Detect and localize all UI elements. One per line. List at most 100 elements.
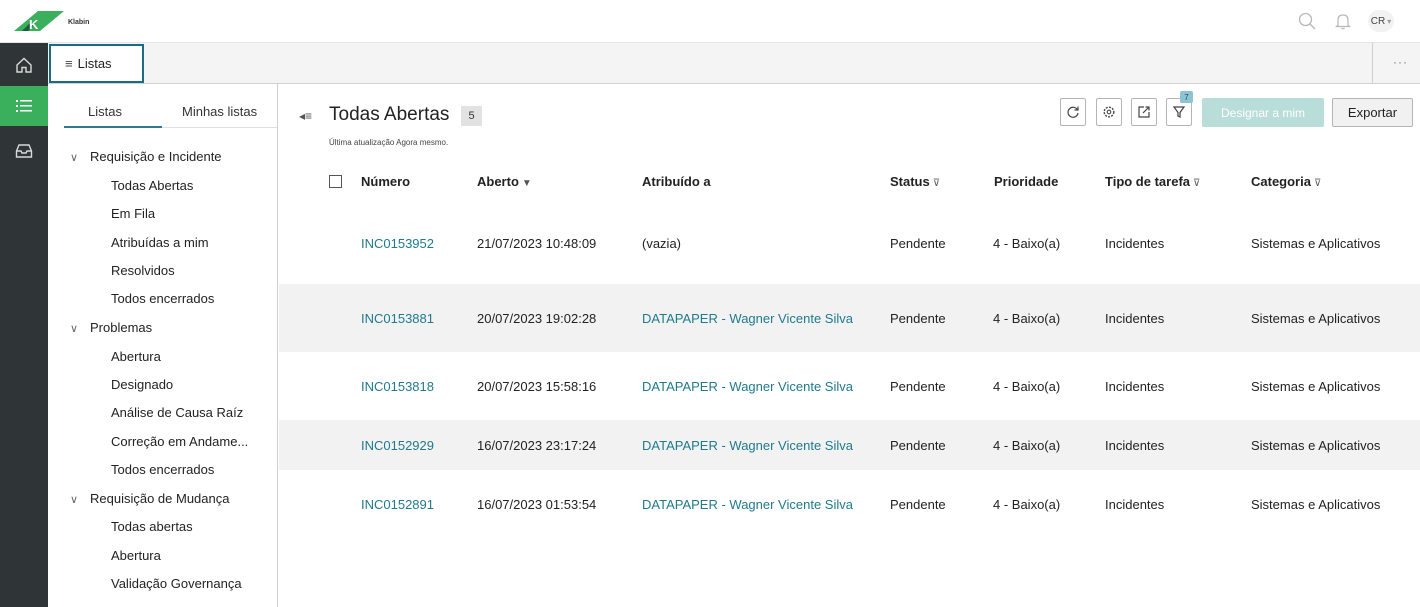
chevron-down-icon: ∨ (70, 494, 79, 506)
column-header-categoria[interactable]: Categoria ⊽ (1251, 174, 1321, 189)
column-header-tipo[interactable]: Tipo de tarefa ⊽ (1105, 174, 1200, 189)
list-item[interactable]: Todas Abertas (111, 178, 193, 193)
klabin-logo-mark-icon: K (14, 11, 64, 31)
opened-cell: 21/07/2023 10:48:09 (477, 236, 597, 251)
settings-button[interactable] (1096, 98, 1122, 126)
export-button[interactable]: Exportar (1332, 98, 1413, 127)
ticket-number-link[interactable]: INC0153881 (361, 311, 434, 326)
list-item[interactable]: Todos encerrados (111, 291, 214, 306)
share-icon (1138, 106, 1150, 118)
assigned-link[interactable]: DATAPAPER - Wagner Vicente Silva (642, 311, 853, 326)
count-badge: 5 (461, 106, 482, 126)
task-type-cell: Incidentes (1105, 311, 1165, 326)
list-item[interactable]: Análise de Causa Raíz (111, 405, 243, 420)
status-cell: Pendente (890, 497, 946, 512)
tree-group-label: Requisição de Mudança (90, 491, 230, 506)
ticket-number-link[interactable]: INC0153818 (361, 379, 434, 394)
assign-to-me-button[interactable]: Designar a mim (1202, 98, 1324, 127)
bell-icon[interactable] (1332, 10, 1354, 32)
list-icon[interactable] (0, 86, 48, 126)
list-item[interactable]: Abertura (111, 349, 161, 364)
home-icon[interactable] (0, 45, 48, 85)
page-title: Todas Abertas (329, 104, 450, 125)
filter-icon: ⊽ (1313, 178, 1322, 189)
tree-group-label: Requisição e Incidente (90, 149, 222, 164)
column-header-numero[interactable]: Número (361, 174, 410, 189)
column-label: Número (361, 174, 411, 189)
priority-cell: 4 - Baixo(a) (993, 379, 1061, 394)
filter-icon: ⊽ (1193, 178, 1201, 189)
refresh-button[interactable] (1060, 98, 1086, 126)
more-options-icon[interactable]: ··· (1393, 55, 1408, 69)
avatar[interactable]: CR ▾ (1368, 10, 1394, 32)
priority-cell: 4 - Baixo(a) (993, 438, 1061, 453)
tab-listas[interactable]: ≡ Listas (49, 44, 144, 83)
chevron-down-icon: ∨ (70, 323, 79, 335)
table-row[interactable]: INC0153818 20/07/2023 15:58:16 DATAPAPER… (279, 352, 1420, 420)
list-item[interactable]: Em Fila (111, 206, 155, 221)
chevron-down-icon: ▾ (1387, 16, 1392, 26)
status-cell: Pendente (890, 379, 946, 394)
table-row[interactable]: INC0153881 20/07/2023 19:02:28 DATAPAPER… (279, 284, 1420, 352)
assigned-link[interactable]: DATAPAPER - Wagner Vicente Silva (642, 497, 853, 512)
list-item[interactable]: Designado (111, 377, 173, 392)
task-type-cell: Incidentes (1105, 236, 1165, 251)
ticket-number-link[interactable]: INC0152929 (361, 438, 434, 453)
tree-group-requisicao-mudanca[interactable]: ∨ Requisição de Mudança (70, 491, 229, 506)
list-item[interactable]: Resolvidos (111, 263, 175, 278)
main-content: ◂≡ Todas Abertas 5 Última atualização Ag… (279, 84, 1420, 607)
tree-group-problemas[interactable]: ∨ Problemas (70, 320, 152, 335)
list-item[interactable]: Atribuídas a mim (111, 235, 209, 250)
sort-desc-icon: ▼ (521, 178, 532, 189)
select-all-checkbox[interactable] (329, 175, 342, 188)
column-header-aberto[interactable]: Aberto ▼ (477, 174, 532, 189)
list-item[interactable]: Correção em Andame... (111, 434, 248, 449)
column-header-prioridade[interactable]: Prioridade (994, 174, 1058, 189)
column-header-atribuido[interactable]: Atribuído a (642, 174, 711, 189)
assigned-link[interactable]: DATAPAPER - Wagner Vicente Silva (642, 438, 853, 453)
table-row[interactable]: INC0153952 21/07/2023 10:48:09 (vazia) P… (279, 208, 1420, 282)
refresh-icon (1067, 106, 1079, 118)
list-item[interactable]: Todos encerrados (111, 462, 214, 477)
list-item[interactable]: Validação Governança (111, 576, 242, 591)
left-rail (0, 43, 48, 607)
logo-text: Klabin (68, 18, 90, 26)
task-type-cell: Incidentes (1105, 438, 1165, 453)
opened-cell: 16/07/2023 23:17:24 (477, 438, 597, 453)
category-cell: Sistemas e Aplicativos (1251, 438, 1381, 453)
category-cell: Sistemas e Aplicativos (1251, 379, 1381, 394)
avatar-initials: CR (1370, 15, 1386, 27)
task-type-cell: Incidentes (1105, 497, 1165, 512)
task-type-cell: Incidentes (1105, 379, 1165, 394)
filter-count-badge: 7 (1180, 91, 1193, 103)
ticket-number-link[interactable]: INC0152891 (361, 497, 434, 512)
category-cell: Sistemas e Aplicativos (1251, 497, 1381, 512)
tab-listas-panel[interactable]: Listas (88, 104, 122, 119)
inbox-icon[interactable] (0, 131, 48, 171)
collapse-panel-icon[interactable]: ◂≡ (299, 109, 312, 123)
klabin-logo[interactable]: K Klabin (14, 11, 89, 31)
filter-icon: ⊽ (932, 178, 941, 189)
column-label: Prioridade (994, 174, 1059, 189)
tab-listas-label: Listas (77, 56, 112, 71)
column-header-status[interactable]: Status ⊽ (890, 174, 940, 189)
list-item[interactable]: Abertura (111, 548, 161, 563)
tab-minhas-listas[interactable]: Minhas listas (182, 104, 257, 119)
filter-button[interactable]: 7 (1166, 91, 1193, 126)
tree-group-requisicao-incidente[interactable]: ∨ Requisição e Incidente (70, 149, 222, 164)
table-row[interactable]: INC0152891 16/07/2023 01:53:54 DATAPAPER… (279, 470, 1420, 538)
last-updated-text: Última atualização Agora mesmo. (329, 138, 449, 147)
tree-group-label: Problemas (90, 320, 153, 335)
assigned-link[interactable]: DATAPAPER - Wagner Vicente Silva (642, 379, 853, 394)
menu-icon: ≡ (65, 56, 73, 71)
search-icon[interactable] (1296, 10, 1318, 32)
ticket-number-link[interactable]: INC0153952 (361, 236, 434, 251)
lists-panel: Listas Minhas listas ∨ Requisição e Incid… (48, 84, 278, 607)
status-cell: Pendente (890, 438, 946, 453)
list-item[interactable]: Todas abertas (111, 519, 193, 534)
table-row[interactable]: INC0152929 16/07/2023 23:17:24 DATAPAPER… (279, 420, 1420, 470)
share-button[interactable] (1131, 98, 1157, 126)
assigned-cell: (vazia) (642, 236, 682, 251)
column-label: Atribuído a (642, 174, 711, 189)
tab-bar: ≡ Listas ··· (48, 43, 1420, 84)
